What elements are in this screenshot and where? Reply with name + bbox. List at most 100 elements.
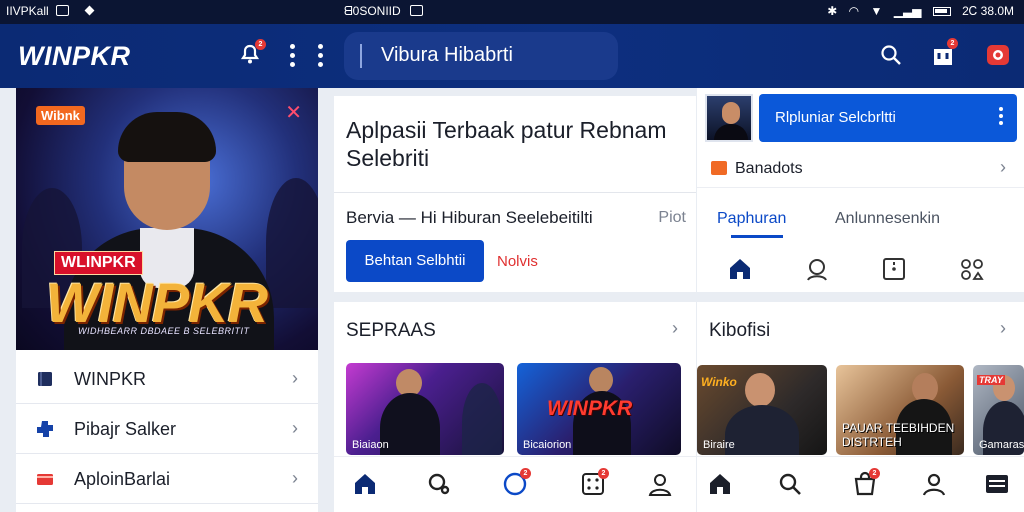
primary-button[interactable]: Behtan Selbhtii bbox=[346, 240, 484, 282]
chevron-right-icon: › bbox=[292, 368, 298, 388]
search-query[interactable]: Vibura Hibabrti bbox=[381, 44, 513, 67]
celebrity-body bbox=[725, 405, 799, 455]
status-center-text: ᗺ0SONIID bbox=[344, 4, 401, 18]
close-icon[interactable]: ✕ bbox=[285, 100, 302, 125]
tab-anlunnesenkin[interactable]: Anlunnesenkin bbox=[835, 210, 940, 228]
bottom-nav: 2 2 bbox=[334, 456, 696, 512]
record-icon[interactable] bbox=[986, 44, 1010, 72]
avatar[interactable] bbox=[705, 94, 753, 142]
nav-badge: 2 bbox=[598, 468, 609, 479]
cell-bars-icon: ▁▃▅ bbox=[893, 4, 922, 18]
hero-tag: Wibnk bbox=[36, 106, 85, 125]
hero-banner[interactable]: Wibnk ✕ WLINPKR WINPKR WIDHBEARR DBDAEE … bbox=[16, 88, 318, 350]
menu-list-icon[interactable] bbox=[984, 471, 1010, 497]
signal-icon: ▼ bbox=[870, 4, 883, 18]
more-options-icon[interactable] bbox=[318, 44, 324, 71]
more-menu-icon[interactable] bbox=[290, 44, 296, 71]
thumbnail-card[interactable]: Biaiaon bbox=[346, 363, 504, 455]
chevron-right-icon: › bbox=[1000, 157, 1006, 177]
notifications-nav[interactable]: 2 bbox=[502, 468, 531, 497]
bottom-nav: 2 bbox=[697, 456, 1024, 512]
row-label: Banadots bbox=[735, 160, 803, 177]
divider bbox=[334, 192, 696, 193]
celebrity-body bbox=[380, 393, 440, 455]
tag-icon bbox=[711, 161, 727, 175]
search-bar[interactable]: Vibura Hibabrti bbox=[344, 32, 618, 80]
status-carrier: IIVPKall bbox=[6, 4, 49, 18]
celebrity-hair bbox=[118, 112, 216, 162]
thumbnail-tag: Winko bbox=[701, 375, 737, 389]
status-bar: IIVPKall ᗺ0SONIID ✱ ◠ ▼ ▁▃▅ 2Ꮯ 38.0M bbox=[0, 0, 1024, 24]
crowd-silhouette bbox=[266, 178, 318, 308]
wifi-icon: ◠ bbox=[848, 4, 860, 18]
shop-icon[interactable]: 2 bbox=[932, 38, 958, 73]
kibofisi-section: Kibofisi › Winko Biraire PAUAR TEEBIHDEN… bbox=[697, 302, 1024, 512]
hero-caption: WIDHBEARR DBDAEE B SELEBRITIT bbox=[78, 326, 250, 336]
notification-badge: 2 bbox=[255, 39, 266, 50]
home-icon[interactable] bbox=[727, 256, 753, 282]
section-title: SEPRAAS bbox=[346, 320, 436, 341]
thumbnail-caption: Bicaiorion bbox=[523, 439, 572, 451]
chevron-right-icon: › bbox=[292, 468, 298, 488]
groups-icon[interactable] bbox=[959, 256, 985, 282]
thumbnail-card[interactable]: Winko Biraire bbox=[697, 365, 827, 455]
menu-item-label: WINPKR bbox=[74, 369, 146, 389]
chevron-right-icon[interactable]: › bbox=[1000, 318, 1006, 339]
card-icon bbox=[37, 474, 53, 485]
thumbnail-card[interactable]: TRAY Gamarasi bbox=[973, 365, 1024, 455]
intro-side-text[interactable]: Piot bbox=[658, 209, 686, 227]
search-icon[interactable] bbox=[880, 44, 902, 72]
profile-button[interactable]: Rlpluniar Selcbrltti bbox=[759, 94, 1017, 142]
intro-subtitle: Bervia — Hi Hiburan Seelebeitilti bbox=[346, 208, 593, 227]
menu-item-label: Pibajr Salker bbox=[74, 419, 177, 439]
more-vertical-icon[interactable] bbox=[999, 107, 1003, 128]
screen-icon bbox=[410, 5, 424, 16]
menu-item-pibajr-salker[interactable]: Pibajr Salker › bbox=[16, 404, 318, 454]
calendar-icon[interactable] bbox=[881, 256, 907, 282]
puzzle-icon bbox=[37, 421, 53, 437]
secondary-link[interactable]: Nolvis bbox=[497, 253, 538, 270]
list-row-banadots[interactable]: Banadots › bbox=[697, 150, 1024, 188]
chevron-right-icon[interactable]: › bbox=[672, 318, 678, 339]
chevron-right-icon: › bbox=[292, 418, 298, 438]
thumbnail-card[interactable]: WINPKR Bicaiorion bbox=[517, 363, 681, 455]
home-icon[interactable] bbox=[707, 471, 733, 497]
notification-bell-icon[interactable]: 2 bbox=[238, 39, 266, 73]
thumbnail-card[interactable]: PAUAR TEEBIHDEN DISTRTEH bbox=[836, 365, 964, 455]
location-icon bbox=[84, 5, 95, 16]
intro-title: Aplpasii Terbaak patur Rebnam Selebriti bbox=[346, 117, 667, 171]
menu-item-winpkr[interactable]: WINPKR › bbox=[16, 354, 318, 404]
profile-icon[interactable] bbox=[647, 471, 673, 497]
tab-paphuran[interactable]: Paphuran bbox=[717, 210, 786, 228]
shop-nav[interactable]: 2 bbox=[852, 468, 880, 497]
app-logo[interactable]: WINPKR bbox=[18, 41, 131, 72]
thumbnail-caption: Biraire bbox=[703, 439, 735, 451]
home-icon[interactable] bbox=[352, 471, 378, 497]
celebrity-face bbox=[589, 367, 613, 393]
intro-card: Aplpasii Terbaak patur Rebnam Selebriti … bbox=[334, 96, 696, 292]
bluetooth-icon: ✱ bbox=[827, 4, 838, 18]
thumbnail-tag: TRAY bbox=[977, 375, 1005, 385]
thumbnail-caption: Biaiaon bbox=[352, 439, 389, 451]
celebrity-face bbox=[745, 373, 775, 407]
side-menu: WINPKR › Pibajr Salker › AploinBarlai › bbox=[16, 354, 318, 504]
cart-badge: 2 bbox=[947, 38, 958, 49]
thumbnail-text: PAUAR TEEBIHDEN DISTRTEH bbox=[842, 421, 955, 449]
celebrity-section: SEPRAAS › Biaiaon WINPKR Bicaiorion 2 2 bbox=[334, 302, 696, 512]
active-tab-indicator bbox=[731, 235, 783, 238]
games-nav[interactable]: 2 bbox=[580, 468, 609, 497]
section-title: Kibofisi bbox=[709, 320, 771, 341]
crowd-silhouette bbox=[462, 383, 502, 455]
search-person-icon[interactable] bbox=[804, 256, 830, 282]
search-icon[interactable] bbox=[426, 471, 452, 497]
battery-icon bbox=[932, 7, 951, 16]
menu-item-label: AploinBarlai bbox=[74, 469, 171, 489]
profile-nav bbox=[697, 248, 1024, 292]
menu-item-aploinbarlai[interactable]: AploinBarlai › bbox=[16, 454, 318, 504]
search-icon[interactable] bbox=[777, 471, 803, 497]
book-icon bbox=[38, 372, 52, 386]
search-cursor bbox=[360, 44, 362, 68]
profile-icon[interactable] bbox=[921, 471, 947, 497]
nav-badge: 2 bbox=[869, 468, 880, 479]
app-bar: WINPKR 2 Vibura Hibabrti 2 bbox=[0, 24, 1024, 88]
